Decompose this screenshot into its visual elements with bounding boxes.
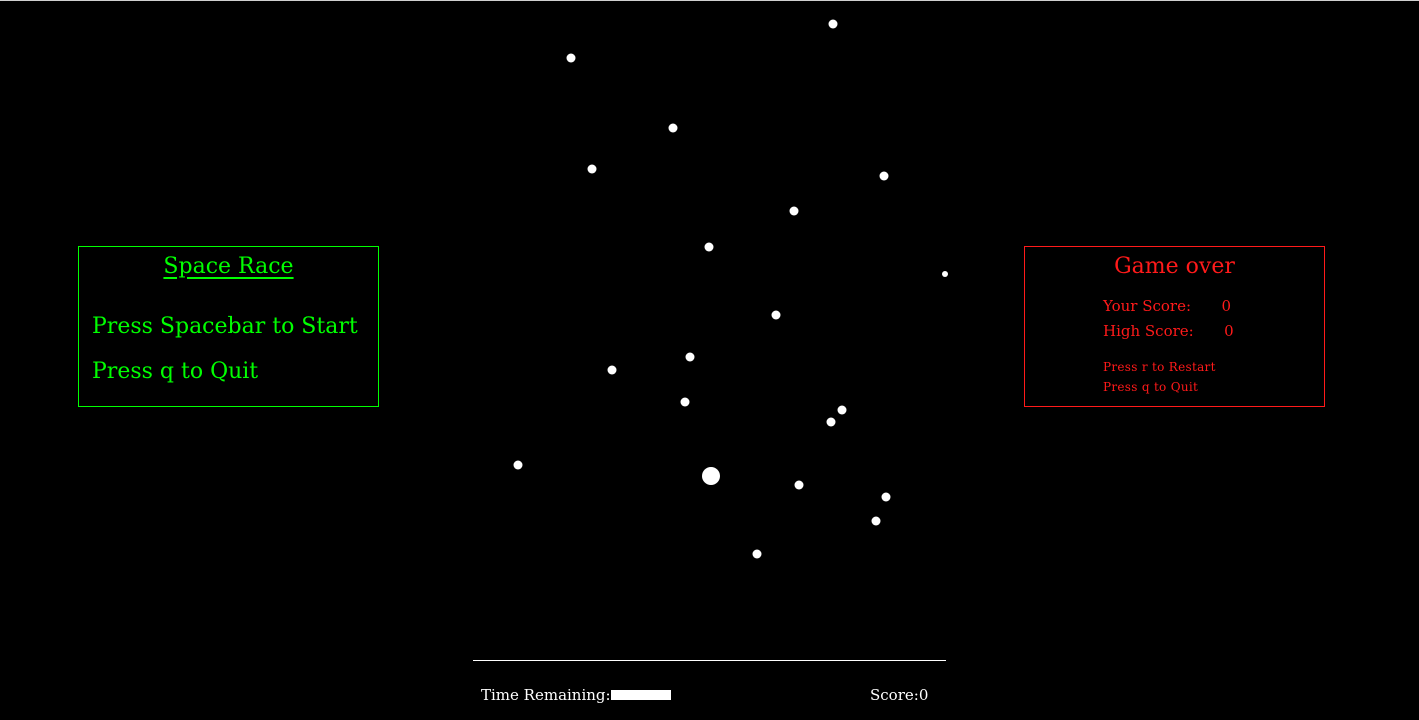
- asteroid-icon: [752, 549, 762, 559]
- asteroid-icon: [704, 242, 714, 252]
- asteroid-icon: [685, 352, 695, 362]
- asteroid-icon: [607, 365, 617, 375]
- asteroid-icon: [789, 206, 799, 216]
- time-remaining-label: Time Remaining:: [481, 686, 611, 704]
- your-score-value: 0: [1221, 297, 1232, 315]
- asteroid-icon: [668, 123, 678, 133]
- start-menu-panel: Space Race Press Spacebar to Start Press…: [78, 246, 379, 407]
- asteroid-icon: [879, 171, 889, 181]
- asteroid-icon: [942, 271, 948, 277]
- quit-instruction: Press q to Quit: [92, 359, 259, 384]
- hud-divider: [473, 660, 946, 661]
- asteroid-icon: [566, 53, 576, 63]
- asteroid-icon: [680, 397, 690, 407]
- asteroid-icon: [826, 417, 836, 427]
- high-score-label: High Score:: [1103, 322, 1194, 340]
- asteroid-icon: [871, 516, 881, 526]
- score-readout: Score:0: [870, 685, 928, 705]
- asteroid-icon: [794, 480, 804, 490]
- score-value: 0: [918, 686, 929, 704]
- high-score-value: 0: [1224, 322, 1234, 340]
- game-over-title: Game over: [1114, 254, 1235, 279]
- asteroid-icon: [587, 164, 597, 174]
- asteroid-icon: [837, 405, 847, 415]
- high-score-row: High Score: 0: [1103, 321, 1234, 341]
- asteroid-icon: [828, 19, 838, 29]
- your-score-row: Your Score: 0: [1103, 296, 1231, 316]
- asteroid-icon: [513, 460, 523, 470]
- time-remaining-bar: [611, 690, 671, 700]
- asteroid-icon: [771, 310, 781, 320]
- asteroid-field: [513, 19, 948, 559]
- start-instruction: Press Spacebar to Start: [92, 314, 358, 339]
- time-remaining-fill: [611, 690, 671, 700]
- score-label: Score:: [870, 686, 919, 704]
- game-title: Space Race: [163, 254, 294, 279]
- game-over-panel: Game over Your Score: 0 High Score: 0 Pres…: [1024, 246, 1325, 407]
- your-score-label: Your Score:: [1103, 297, 1192, 315]
- game-over-quit-hint: Press q to Quit: [1103, 380, 1199, 394]
- asteroid-icon: [881, 492, 891, 502]
- restart-hint: Press r to Restart: [1103, 360, 1216, 374]
- player-ship-icon: [702, 467, 720, 485]
